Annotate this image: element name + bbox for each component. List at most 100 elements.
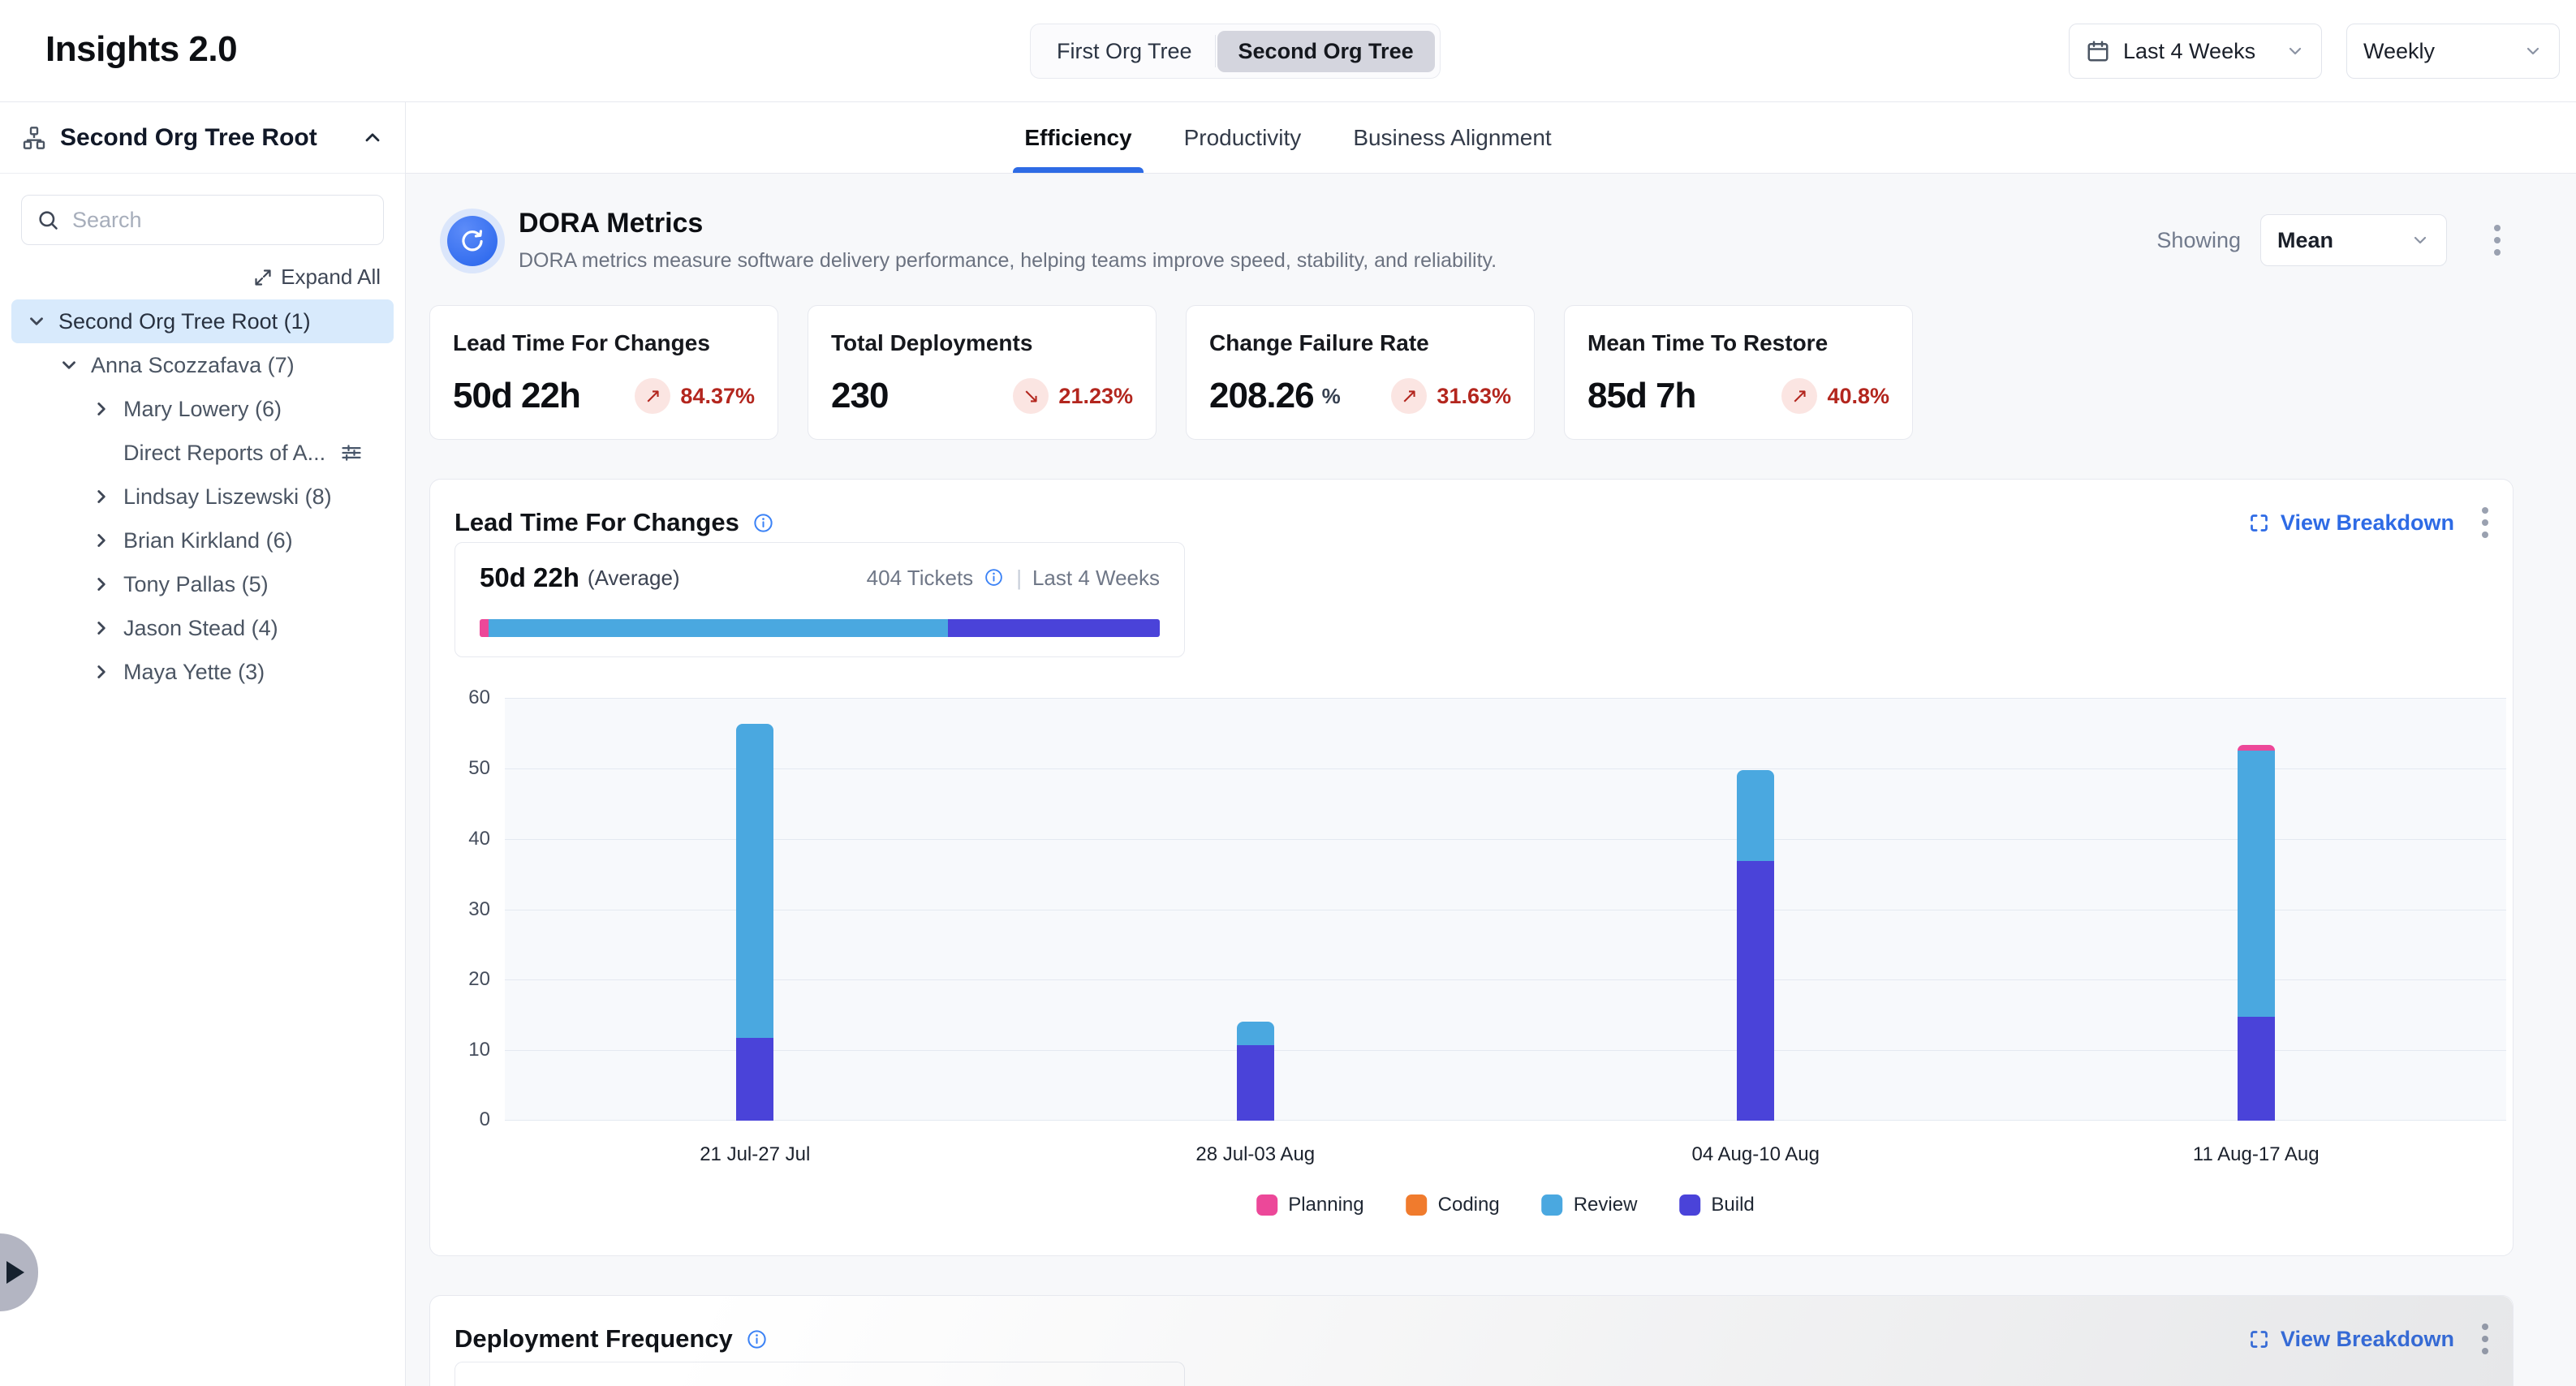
metric-card-change-failure-rate: Change Failure Rate208.26%↗31.63% [1186, 305, 1535, 440]
chart-legend: PlanningCodingReviewBuild [1256, 1194, 1755, 1216]
legend-item-coding: Coding [1406, 1194, 1500, 1216]
average-deployment-card [454, 1362, 1185, 1386]
sidebar-collapse-handle[interactable] [0, 1233, 38, 1311]
tree-item-label: Mary Lowery (6) [123, 397, 282, 422]
app-title: Insights 2.0 [45, 29, 237, 70]
info-icon[interactable] [752, 512, 774, 534]
x-axis-tick-label: 21 Jul-27 Jul [700, 1143, 810, 1166]
view-breakdown-button[interactable]: View Breakdown [2248, 510, 2454, 536]
average-value: 50d 22h [480, 562, 579, 593]
dora-title: DORA Metrics [519, 208, 1497, 239]
metric-card-value-row: 50d 22h↗84.37% [453, 376, 755, 416]
phase-segment-build [948, 619, 1160, 637]
metric-card-title: Mean Time To Restore [1587, 330, 1889, 356]
tree-item-label: Lindsay Liszewski (8) [123, 484, 332, 510]
filters-icon[interactable] [340, 441, 363, 464]
x-axis-tick-label: 11 Aug-17 Aug [2193, 1143, 2320, 1166]
sidebar-title: Second Org Tree Root [60, 124, 348, 152]
tab-efficiency[interactable]: Efficiency [1024, 102, 1131, 173]
metric-value: 85d 7h [1587, 376, 1695, 416]
showing-label: Showing [2156, 228, 2241, 253]
granularity-select[interactable]: Weekly [2346, 24, 2560, 79]
period-select[interactable]: Last 4 Weeks [2069, 24, 2322, 79]
metric-card-total-deployments: Total Deployments230↘21.23% [808, 305, 1157, 440]
bar-28-jul-03-aug-build[interactable] [1237, 1045, 1274, 1121]
metric-cards-row: Lead Time For Changes50d 22h↗84.37%Total… [429, 305, 2576, 440]
deployment-frequency-panel: Deployment Frequency View Breakdown [429, 1295, 2514, 1386]
chevron-right-icon[interactable] [91, 574, 112, 595]
tree-item-label: Jason Stead (4) [123, 616, 278, 641]
view-breakdown-label: View Breakdown [2281, 510, 2454, 536]
view-breakdown-button[interactable]: View Breakdown [2248, 1327, 2454, 1352]
bar-11-aug-17-aug-planning[interactable] [2238, 745, 2275, 751]
metric-value: 208.26 [1209, 376, 1314, 416]
dora-header: DORA Metrics DORA metrics measure softwa… [429, 208, 2514, 273]
gridline-y-10: 10 [505, 1050, 2506, 1051]
average-lead-time-card: 50d 22h (Average) 404 Tickets | Last 4 W… [454, 542, 1185, 657]
kebab-menu-icon[interactable] [2477, 502, 2493, 543]
y-axis-tick-label: 20 [468, 968, 490, 991]
chevron-right-icon[interactable] [91, 618, 112, 639]
kebab-menu-icon[interactable] [2489, 220, 2505, 260]
tree-item-label: Brian Kirkland (6) [123, 528, 293, 553]
bar-11-aug-17-aug-build[interactable] [2238, 1017, 2275, 1121]
tree-item-lindsay-liszewski-8[interactable]: Lindsay Liszewski (8) [11, 475, 394, 519]
sidebar-header: Second Org Tree Root [0, 102, 405, 174]
bar-11-aug-17-aug-review[interactable] [2238, 751, 2275, 1017]
metric-value: 50d 22h [453, 376, 580, 416]
bar-04-aug-10-aug-build[interactable] [1737, 861, 1774, 1121]
tree-item-jason-stead-4[interactable]: Jason Stead (4) [11, 606, 394, 650]
tree-item-label: Maya Yette (3) [123, 660, 265, 685]
toggle-second-org-tree[interactable]: Second Org Tree [1217, 31, 1435, 72]
showing-select[interactable]: Mean [2260, 214, 2447, 266]
chevron-up-icon[interactable] [361, 127, 384, 149]
tree-item-brian-kirkland-6[interactable]: Brian Kirkland (6) [11, 519, 394, 562]
gridline-y-20: 20 [505, 979, 2506, 980]
chevron-right-icon[interactable] [91, 530, 112, 551]
tab-business-alignment[interactable]: Business Alignment [1353, 102, 1551, 173]
calendar-icon [2086, 39, 2110, 63]
metric-card-mean-time-to-restore: Mean Time To Restore85d 7h↗40.8% [1564, 305, 1913, 440]
y-axis-tick-label: 40 [468, 828, 490, 850]
arrow-right-icon [6, 1261, 24, 1284]
tab-productivity[interactable]: Productivity [1184, 102, 1302, 173]
main-content: Efficiency Productivity Business Alignme… [406, 102, 2576, 1386]
bar-04-aug-10-aug-review[interactable] [1737, 770, 1774, 861]
info-icon[interactable] [984, 567, 1006, 589]
period-select-value: Last 4 Weeks [2123, 39, 2255, 64]
tree-item-label: Direct Reports of A... [123, 441, 325, 466]
kebab-menu-icon[interactable] [2477, 1319, 2493, 1359]
chevron-down-icon[interactable] [26, 311, 47, 332]
chevron-right-icon[interactable] [91, 661, 112, 682]
phase-segment-review [489, 619, 948, 637]
tree-item-direct-reports-of-a[interactable]: Direct Reports of A... [11, 431, 394, 475]
bar-21-jul-27-jul-review[interactable] [736, 724, 773, 1037]
chevron-down-icon[interactable] [58, 355, 80, 376]
legend-label: Build [1711, 1194, 1754, 1216]
tree-item-anna-scozzafava-7[interactable]: Anna Scozzafava (7) [11, 343, 394, 387]
tree-item-mary-lowery-6[interactable]: Mary Lowery (6) [11, 387, 394, 431]
tree-item-label: Anna Scozzafava (7) [91, 353, 295, 378]
chevron-down-icon [2285, 41, 2305, 61]
bar-28-jul-03-aug-review[interactable] [1237, 1022, 1274, 1045]
metric-card-lead-time-for-changes: Lead Time For Changes50d 22h↗84.37% [429, 305, 778, 440]
metric-card-value-row: 208.26%↗31.63% [1209, 376, 1511, 416]
bar-21-jul-27-jul-build[interactable] [736, 1038, 773, 1121]
chevron-right-icon[interactable] [91, 486, 112, 507]
info-icon[interactable] [746, 1328, 768, 1350]
y-axis-tick-label: 30 [468, 898, 490, 921]
chevron-right-icon[interactable] [91, 398, 112, 420]
org-tree-icon [21, 125, 47, 151]
x-axis-tick-label: 04 Aug-10 Aug [1692, 1143, 1820, 1166]
chevron-down-icon [2523, 41, 2543, 61]
expand-all-button[interactable]: Expand All [24, 265, 381, 290]
y-axis-tick-label: 0 [480, 1108, 490, 1131]
toggle-first-org-tree[interactable]: First Org Tree [1036, 31, 1213, 72]
legend-item-planning: Planning [1256, 1194, 1363, 1216]
tree-item-maya-yette-3[interactable]: Maya Yette (3) [11, 650, 394, 694]
sidebar: Second Org Tree Root Expand All Second O… [0, 102, 406, 1386]
search-input[interactable] [71, 207, 368, 234]
header-controls: Last 4 Weeks Weekly [2069, 24, 2560, 79]
tree-item-tony-pallas-5[interactable]: Tony Pallas (5) [11, 562, 394, 606]
tree-item-second-org-tree-root-1[interactable]: Second Org Tree Root (1) [11, 299, 394, 343]
